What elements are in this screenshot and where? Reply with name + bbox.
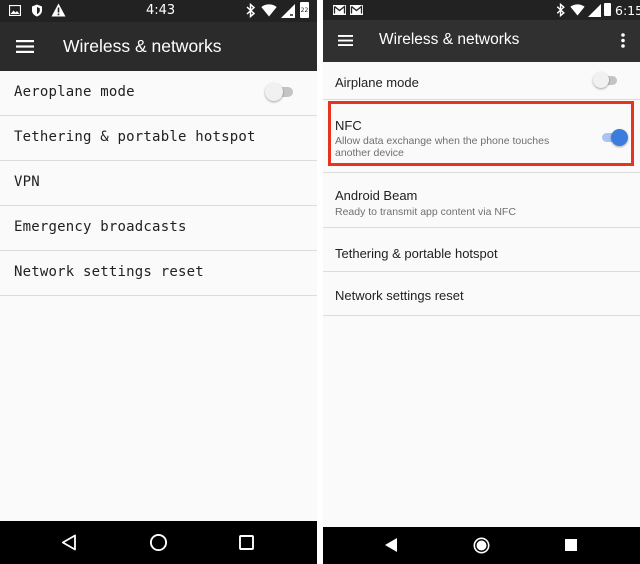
- list-item-vpn[interactable]: VPN: [0, 161, 317, 206]
- navigation-bar: [0, 521, 317, 564]
- item-label: Aeroplane mode: [14, 84, 135, 100]
- list-item-tethering[interactable]: Tethering & portable hotspot: [0, 116, 317, 161]
- battery-icon: [604, 3, 611, 16]
- recents-icon[interactable]: [565, 539, 577, 551]
- gmail-icon: [350, 5, 363, 15]
- wifi-icon: [570, 4, 585, 16]
- bluetooth-icon: [556, 3, 566, 17]
- item-summary: Ready to transmit app content via NFC: [335, 206, 516, 218]
- image-notification-icon: [9, 5, 21, 16]
- toggle-thumb: [265, 83, 283, 101]
- list-item-network-reset[interactable]: Network settings reset: [0, 251, 317, 296]
- back-icon[interactable]: [61, 534, 77, 551]
- list-item-aeroplane-mode[interactable]: Aeroplane mode: [0, 71, 317, 116]
- item-label: Emergency broadcasts: [14, 219, 187, 235]
- gmail-icon: [333, 5, 346, 15]
- list-item-network-reset[interactable]: Network settings reset: [323, 272, 640, 316]
- status-time: 4:43: [146, 3, 176, 18]
- home-icon[interactable]: [149, 533, 168, 552]
- signal-icon: [281, 4, 295, 18]
- battery-level: 22: [300, 7, 309, 14]
- item-label: Tethering & portable hotspot: [335, 246, 498, 261]
- nfc-highlight-box: [328, 101, 634, 166]
- aeroplane-mode-toggle[interactable]: [265, 82, 295, 102]
- home-icon[interactable]: [473, 537, 490, 554]
- page-title: Wireless & networks: [63, 36, 222, 56]
- page-title: Wireless & networks: [379, 31, 520, 48]
- wifi-icon: [261, 4, 277, 17]
- battery-icon: 22: [300, 2, 309, 18]
- list-item-airplane-mode[interactable]: Airplane mode: [323, 62, 640, 100]
- hamburger-menu-icon[interactable]: [16, 40, 34, 53]
- list-item-emergency-broadcasts[interactable]: Emergency broadcasts: [0, 206, 317, 251]
- list-item-tethering[interactable]: Tethering & portable hotspot: [323, 228, 640, 272]
- app-bar: Wireless & networks: [323, 20, 640, 62]
- status-bar: 6:15: [323, 0, 640, 20]
- item-label: VPN: [14, 174, 40, 190]
- signal-icon: [588, 4, 601, 17]
- item-label: Android Beam: [335, 188, 418, 203]
- more-vert-icon[interactable]: [621, 33, 625, 48]
- app-bar: Wireless & networks: [0, 22, 317, 71]
- list-item-android-beam[interactable]: Android Beam Ready to transmit app conte…: [323, 173, 640, 228]
- shield-notification-icon: [31, 4, 43, 17]
- toggle-thumb: [593, 72, 609, 88]
- item-label: Network settings reset: [14, 264, 204, 280]
- item-label: Tethering & portable hotspot: [14, 129, 256, 145]
- hamburger-menu-icon[interactable]: [338, 35, 353, 46]
- bluetooth-icon: [246, 3, 256, 18]
- warning-icon: [51, 3, 66, 17]
- item-label: Airplane mode: [335, 75, 419, 90]
- recents-icon[interactable]: [239, 535, 254, 550]
- airplane-mode-toggle[interactable]: [593, 72, 619, 90]
- left-phone-screen: 4:43 22 Wireless & networks Aeroplane mo…: [0, 0, 317, 564]
- item-label: Network settings reset: [335, 288, 464, 303]
- navigation-bar: [323, 527, 640, 564]
- back-icon[interactable]: [385, 538, 397, 552]
- status-time: 6:15: [615, 3, 640, 18]
- status-bar: 4:43 22: [0, 0, 317, 22]
- right-phone-screen: 6:15 Wireless & networks Airplane mode N…: [323, 0, 640, 564]
